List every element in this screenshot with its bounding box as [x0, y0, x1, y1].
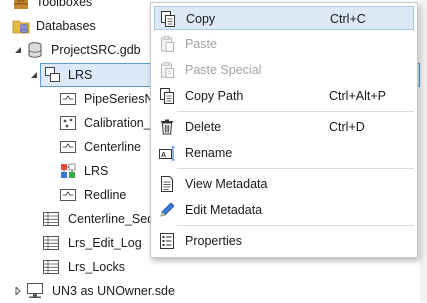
tree-item-centerline-sequence[interactable]: Centerline_Sequence [0, 207, 188, 231]
paste-special-icon [158, 61, 176, 79]
tree-item-lrs-edit-log[interactable]: Lrs_Edit_Log [0, 231, 150, 255]
point-featureclass-icon [59, 114, 77, 132]
menu-item-copy-path[interactable]: Copy Path Ctrl+Alt+P [154, 84, 414, 108]
copy-icon [159, 10, 177, 28]
menu-item-label: Properties [185, 234, 242, 248]
tree-item-label: Lrs_Locks [68, 260, 125, 274]
menu-separator [177, 168, 414, 169]
menu-item-shortcut: Ctrl+D [329, 120, 365, 134]
tree-item-label: LRS [84, 164, 109, 178]
delete-icon [158, 118, 176, 136]
edit-metadata-icon [158, 201, 176, 219]
menu-item-rename[interactable]: A Rename [154, 141, 414, 165]
feature-dataset-icon [44, 66, 62, 84]
tree-item-redline[interactable]: Redline [0, 183, 150, 207]
copy-path-icon [158, 87, 176, 105]
expand-arrow-icon[interactable] [29, 70, 39, 80]
menu-item-label: View Metadata [185, 177, 268, 191]
menu-item-properties[interactable]: Properties [154, 229, 414, 253]
geodatabase-icon [26, 41, 44, 59]
menu-item-edit-metadata[interactable]: Edit Metadata [154, 198, 414, 222]
tree-item-label: ProjectSRC.gdb [51, 43, 141, 57]
table-icon [42, 210, 60, 228]
table-icon [42, 258, 60, 276]
menu-item-shortcut: Ctrl+C [330, 12, 366, 26]
network-icon [59, 90, 77, 108]
view-metadata-icon [158, 175, 176, 193]
tree-item-centerline[interactable]: Centerline [0, 135, 150, 159]
tree-item-label: Toolboxes [36, 0, 93, 9]
tree-item-un3-sde[interactable]: UN3 as UNOwner.sde [0, 279, 420, 303]
tree-item-calibration[interactable]: Calibration_Point [0, 111, 179, 135]
menu-item-shortcut: Ctrl+Alt+P [329, 89, 386, 103]
toolbox-icon [12, 0, 30, 11]
database-folder-icon [12, 17, 30, 35]
menu-item-copy[interactable]: Copy Ctrl+C [154, 6, 414, 30]
menu-item-label: Edit Metadata [185, 203, 263, 217]
lrs-network-icon [59, 162, 77, 180]
menu-item-paste[interactable]: Paste [154, 32, 414, 56]
menu-separator [177, 111, 414, 112]
menu-item-label: Paste Special [185, 63, 262, 77]
menu-item-label: Paste [185, 37, 217, 51]
properties-icon [158, 232, 176, 250]
table-icon [42, 234, 60, 252]
tree-item-pipeseries[interactable]: PipeSeriesNetwork [0, 87, 190, 111]
tree-item-label: LRS [68, 68, 93, 82]
rename-icon: A [158, 144, 176, 162]
menu-item-label: Delete [185, 120, 222, 134]
collapse-arrow-icon[interactable] [13, 286, 23, 296]
vertical-scrollbar[interactable] [420, 0, 427, 302]
menu-item-label: Copy [186, 12, 216, 26]
tree-item-label: Databases [36, 19, 96, 33]
expand-arrow-icon[interactable] [13, 45, 23, 55]
paste-icon [158, 35, 176, 53]
menu-item-paste-special[interactable]: Paste Special [154, 58, 414, 82]
context-menu: Copy Ctrl+C Paste Paste Special Copy Pat… [150, 2, 418, 258]
menu-item-label: Rename [185, 146, 233, 160]
line-featureclass-icon [59, 186, 77, 204]
database-connection-icon [26, 282, 44, 300]
menu-separator [177, 225, 414, 226]
tree-item-label: Redline [84, 188, 127, 202]
tree-item-label: Centerline [84, 140, 141, 154]
tree-item-lrs-locks[interactable]: Lrs_Locks [0, 255, 150, 279]
tree-item-lrs-table[interactable]: LRS [0, 159, 150, 183]
menu-item-view-metadata[interactable]: View Metadata [154, 172, 414, 196]
menu-item-label: Copy Path [185, 89, 244, 103]
svg-text:A: A [161, 152, 166, 159]
menu-item-delete[interactable]: Delete Ctrl+D [154, 115, 414, 139]
tree-item-label: Lrs_Edit_Log [68, 236, 142, 250]
tree-item-label: UN3 as UNOwner.sde [52, 284, 175, 298]
line-featureclass-icon [59, 138, 77, 156]
